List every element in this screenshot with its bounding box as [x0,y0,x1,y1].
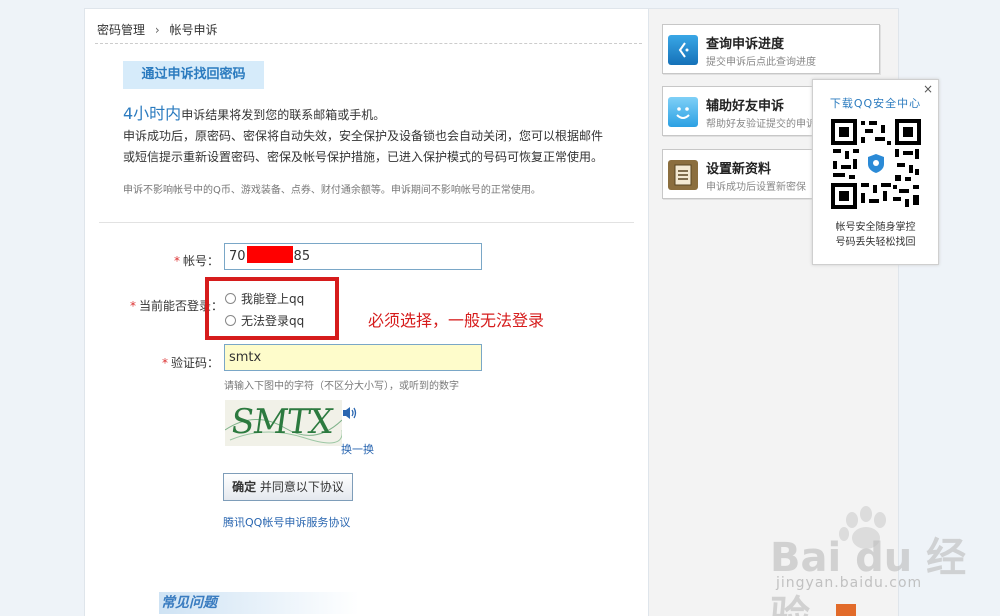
close-icon[interactable]: × [923,82,933,96]
breadcrumb-parent-link[interactable]: 密码管理 [97,21,145,38]
check-progress-card[interactable]: 查询申诉进度 提交申诉后点此查询进度 [662,24,880,74]
main-panel: 密码管理 › 帐号申诉 通过申诉找回密码 4小时内申诉结果将发到您的联系邮箱或手… [84,8,649,616]
divider [95,43,642,44]
breadcrumb-current: 帐号申诉 [169,23,218,37]
smile-icon [668,97,698,127]
annotation-highlight-box [205,277,339,340]
agreement-link[interactable]: 腾讯QQ帐号申诉服务协议 [223,514,350,530]
captcha-hint: 请输入下图中的字符（不区分大小写），或听到的数字 [224,381,459,392]
account-label: * 帐号： [173,254,219,268]
baidu-watermark-logo: Bai du 经验 [770,535,967,616]
page-title: 通过申诉找回密码 [123,61,264,89]
audio-speaker-icon[interactable] [341,405,359,421]
baidu-watermark-url: jingyan.baidu.com [776,575,923,591]
captcha-text: SMTX [228,402,335,442]
refresh-captcha-link[interactable]: 换一换 [341,441,374,457]
breadcrumb-separator: › [154,23,160,37]
redaction-mark [246,246,293,263]
captcha-input[interactable]: smtx [224,344,482,371]
annotation-text: 必须选择，一般无法登录 [368,311,545,330]
info-line-2: 申诉成功后，原密码、密保将自动失效，安全保护及设备锁也会自动关闭，您可以根据邮件 [123,129,604,143]
captcha-image: SMTX [225,400,342,446]
qr-download-popup: × 下载QQ安全中心 帐号安全随身掌控 号码丢失轻松找回 [812,79,939,265]
hours-highlight: 4小时内 [123,104,182,123]
divider [99,222,634,223]
corner-widget-icon [836,604,856,616]
info-line-3: 或短信提示重新设置密码、密保及帐号保护措施，已进入保护模式的号码可恢复正常使用。 [123,150,604,164]
breadcrumb: 密码管理 › 帐号申诉 [97,21,218,38]
document-icon [668,160,698,190]
qr-title: 下载QQ安全中心 [829,97,922,110]
info-text: 4小时内申诉结果将发到您的联系邮箱或手机。 申诉成功后，原密码、密保将自动失效，… [123,103,643,168]
faq-heading: 常见问题 [159,592,359,614]
qr-caption: 帐号安全随身掌控 号码丢失轻松找回 [835,222,916,248]
confirm-button[interactable]: 确定 并同意以下协议 [223,473,353,501]
info-line-1: 申诉结果将发到您的联系邮箱或手机。 [181,108,386,122]
captcha-label: * 验证码： [161,356,219,370]
clock-icon [668,35,698,65]
account-input[interactable]: 70 85 [224,243,482,270]
qr-code [831,119,921,209]
info-note: 申诉不影响帐号中的Q币、游戏装备、点券、财付通余额等。申诉期间不影响帐号的正常使… [123,185,541,196]
